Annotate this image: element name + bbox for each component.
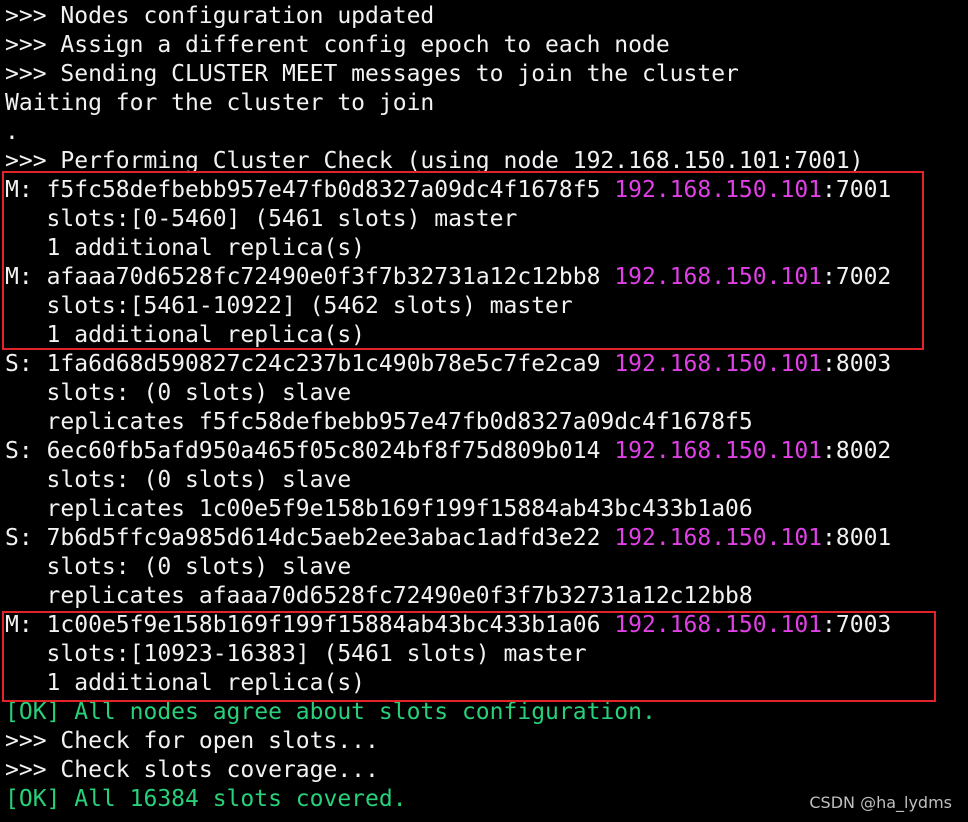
output-line-config-updated: >>> Nodes configuration updated xyxy=(5,3,435,29)
node-role: S: xyxy=(5,351,33,377)
node-port: :8003 xyxy=(822,351,892,377)
highlight-box-master-7003 xyxy=(2,611,936,702)
output-line-waiting: Waiting for the cluster to join xyxy=(5,90,435,116)
node-port: :8001 xyxy=(822,525,892,551)
node-ip: 192.168.150.101 xyxy=(614,351,823,377)
node-extra-text: replicates afaaa70d6528fc72490e0f3f7b327… xyxy=(46,583,753,609)
node-replicates-slave-8001: replicates afaaa70d6528fc72490e0f3f7b327… xyxy=(5,582,753,611)
output-line-cluster-meet: >>> Sending CLUSTER MEET messages to joi… xyxy=(5,61,739,87)
node-replicates-slave-8003: replicates f5fc58defbebb957e47fb0d8327a0… xyxy=(5,408,753,437)
node-line-slave-8003: S: 1fa6d68d590827c24c237b1c490b78e5c7fe2… xyxy=(5,350,891,379)
node-line-slave-8002: S: 6ec60fb5afd950a465f05c8024bf8f75d809b… xyxy=(5,437,891,466)
node-replicates-slave-8002: replicates 1c00e5f9e158b169f199f15884ab4… xyxy=(5,495,753,524)
watermark: CSDN @ha_lydms xyxy=(809,793,952,812)
ok-slots-covered: [OK] All 16384 slots covered. xyxy=(5,786,407,812)
node-ip: 192.168.150.101 xyxy=(614,525,823,551)
node-slots-text: slots: (0 slots) slave xyxy=(46,467,352,493)
node-id: 6ec60fb5afd950a465f05c8024bf8f75d809b014 xyxy=(46,438,601,464)
node-role: S: xyxy=(5,525,33,551)
node-slots-text: slots: (0 slots) slave xyxy=(46,380,352,406)
node-slots-slave-8003: slots: (0 slots) slave xyxy=(5,379,352,408)
output-line-progress-dot: . xyxy=(5,119,19,145)
node-extra-text: replicates 1c00e5f9e158b169f199f15884ab4… xyxy=(46,496,753,522)
node-port: :8002 xyxy=(822,438,892,464)
node-slots-slave-8001: slots: (0 slots) slave xyxy=(5,553,352,582)
output-line-assign-epoch: >>> Assign a different config epoch to e… xyxy=(5,32,670,58)
ok-slots-configuration: [OK] All nodes agree about slots configu… xyxy=(5,699,656,725)
node-role: S: xyxy=(5,438,33,464)
node-id: 1fa6d68d590827c24c237b1c490b78e5c7fe2ca9 xyxy=(46,351,601,377)
node-id: 7b6d5ffc9a985d614dc5aeb2ee3abac1adfd3e22 xyxy=(46,525,601,551)
terminal-window[interactable]: >>> Nodes configuration updated >>> Assi… xyxy=(0,0,968,822)
highlight-box-masters-7001-7002 xyxy=(2,171,924,350)
node-ip: 192.168.150.101 xyxy=(614,438,823,464)
node-slots-slave-8002: slots: (0 slots) slave xyxy=(5,466,352,495)
output-line-check-open-slots: >>> Check for open slots... xyxy=(5,728,379,754)
node-slots-text: slots: (0 slots) slave xyxy=(46,554,352,580)
node-extra-text: replicates f5fc58defbebb957e47fb0d8327a0… xyxy=(46,409,753,435)
output-line-check-coverage: >>> Check slots coverage... xyxy=(5,757,379,783)
node-line-slave-8001: S: 7b6d5ffc9a985d614dc5aeb2ee3abac1adfd3… xyxy=(5,524,891,553)
